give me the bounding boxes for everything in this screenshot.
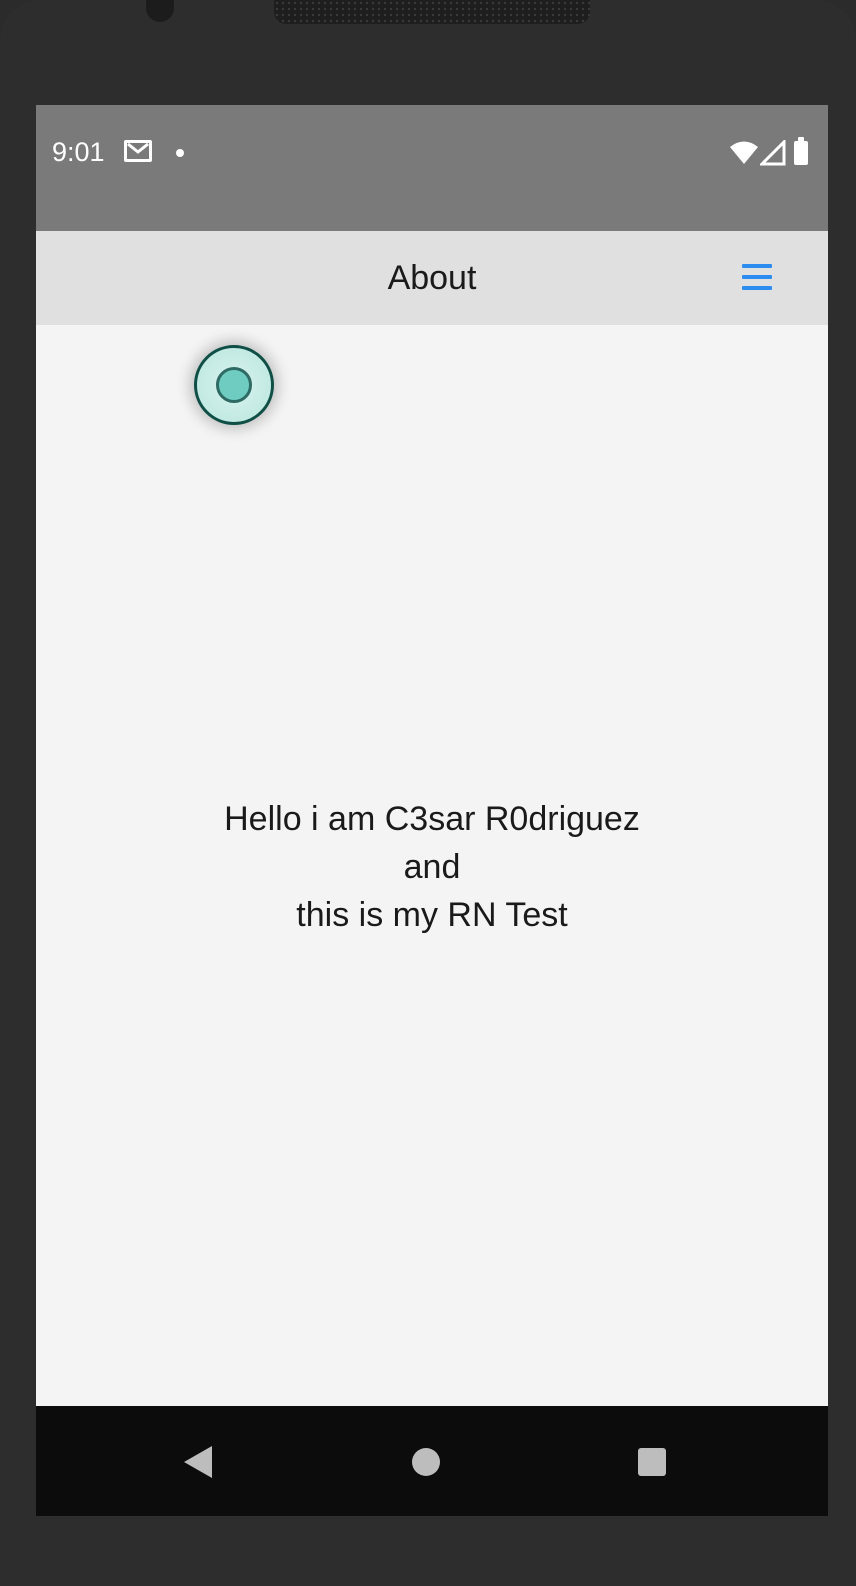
about-line-2: and — [403, 848, 461, 886]
status-time: 9:01 — [52, 137, 105, 167]
signal-icon — [760, 140, 786, 166]
floating-radio-button[interactable] — [194, 345, 274, 425]
about-text: Hello i am C3sar R0driguez and this is m… — [36, 795, 828, 939]
app-header: About — [36, 231, 828, 325]
about-line-3: this is my RN Test — [296, 896, 568, 934]
page-title: About — [387, 259, 477, 297]
notification-dot-icon — [176, 149, 184, 157]
navigation-bar — [36, 1406, 828, 1516]
menu-line — [742, 275, 772, 279]
phone-frame: 9:01 About Hello i am C3sar R0driguez an… — [0, 0, 856, 1586]
front-camera — [146, 0, 174, 22]
home-icon[interactable] — [412, 1448, 440, 1476]
device-screen: 9:01 About Hello i am C3sar R0driguez an… — [36, 105, 828, 1516]
wifi-icon — [730, 141, 758, 164]
status-bar: 9:01 — [36, 105, 828, 231]
recents-icon[interactable] — [638, 1448, 666, 1476]
earpiece-speaker — [274, 0, 590, 24]
about-line-1: Hello i am C3sar R0driguez — [224, 800, 640, 838]
back-icon[interactable] — [184, 1446, 212, 1478]
hamburger-menu-icon[interactable] — [742, 264, 772, 292]
radio-circle-icon — [216, 367, 252, 403]
gmail-icon — [124, 140, 152, 162]
battery-icon — [794, 137, 808, 165]
menu-line — [742, 286, 772, 290]
menu-line — [742, 264, 772, 268]
